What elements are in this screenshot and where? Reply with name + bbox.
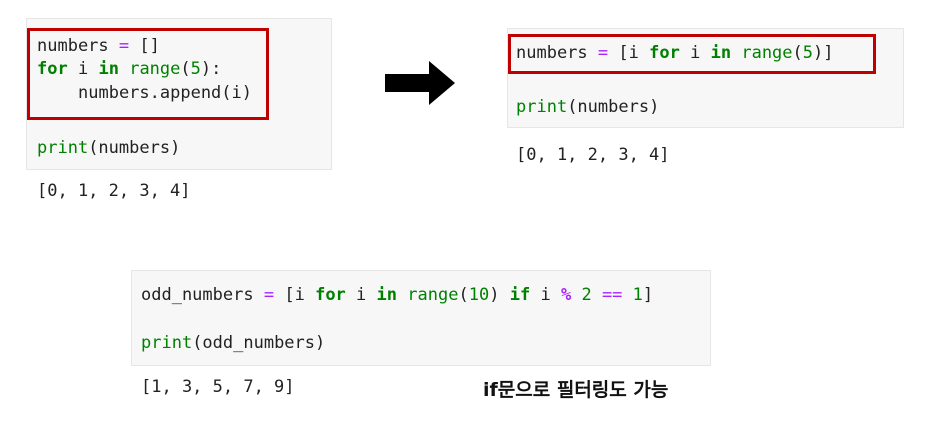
code-odd-comprehension-line: odd_numbers = [i for i in range(10) if i… (141, 285, 654, 305)
code-print-bottom: print(odd_numbers) (141, 333, 326, 353)
code-print-left: print(numbers) (37, 138, 181, 158)
code-loop-line2: for i in range(5): (37, 59, 222, 79)
output-right: [0, 1, 2, 3, 4] (516, 145, 670, 165)
right-arrow-icon (385, 61, 455, 105)
code-loop-line1: numbers = [] (37, 36, 160, 56)
output-bottom: [1, 3, 5, 7, 9] (141, 377, 295, 397)
output-left: [0, 1, 2, 3, 4] (37, 181, 191, 201)
code-comprehension-line: numbers = [i for i in range(5)] (516, 43, 834, 63)
annotation-text: if문으로 필터링도 가능 (483, 379, 669, 401)
code-print-right: print(numbers) (516, 97, 660, 117)
code-loop-line3: numbers.append(i) (78, 83, 252, 103)
